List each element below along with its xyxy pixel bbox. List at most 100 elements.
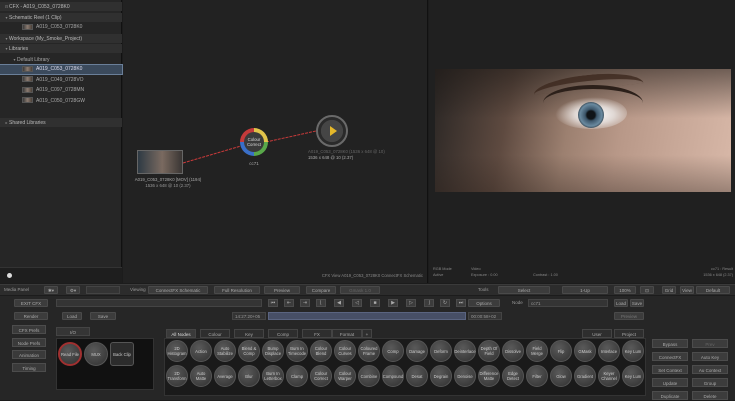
node-button[interactable]: Auto Matte [190,365,212,387]
side-button[interactable]: Animation [12,350,46,359]
node-button[interactable]: Key Lum [622,365,644,387]
timeline-bar[interactable] [268,312,466,320]
tab-node-bin[interactable]: All Nodes [166,329,196,338]
node-button[interactable]: Deform [430,340,452,362]
tree-row[interactable]: ▾ Libraries [0,44,122,53]
action-button[interactable]: Au Context [692,365,728,374]
next-key-icon[interactable]: ⇥ [300,299,310,307]
resolution-select[interactable]: Full Resolution [214,286,260,294]
tree-row[interactable]: A019_C053_0728K0 [0,64,123,75]
tab-node-bin[interactable]: Project [614,329,644,338]
node-button[interactable]: Desat [406,365,428,387]
node-button[interactable]: Burn In Letterbox [262,365,284,387]
exit-cfx-button[interactable]: EXIT CFX [14,299,48,307]
timecode-in-field[interactable]: 14:27:20+05 [232,312,266,320]
node-button[interactable]: Depth Of Field [478,340,500,362]
action-button[interactable]: Duplicate [652,391,688,400]
io-node[interactable]: MUX [84,342,108,366]
zoom-select[interactable]: 100% [614,286,636,294]
media-panel-label[interactable]: Media Panel [4,286,29,294]
jump-end-icon[interactable]: ⏭ [456,299,466,307]
timecode-out-field[interactable]: 00:00:58+02 [468,312,502,320]
node-button[interactable]: 2D Histogram [166,340,188,362]
tree-row[interactable]: A019_C049_0728VO [0,76,122,85]
node-button[interactable]: Glow [550,365,572,387]
tab-node-bin[interactable]: Comp [268,329,298,338]
io-node[interactable]: Back Clip [110,342,134,366]
node-button[interactable]: 2D Transform [166,365,188,387]
tree-row[interactable]: ⊟CFX - A019_C053_0728K0 [0,2,122,11]
node-button[interactable]: Filter [526,365,548,387]
node-button[interactable]: Colour Correct [310,365,332,387]
node-button[interactable]: Damage [406,340,428,362]
media-field[interactable] [86,286,120,294]
tab-io[interactable]: I/O [56,327,90,336]
action-button[interactable]: Auto Key [692,352,728,361]
tab-node-bin[interactable]: Key [234,329,264,338]
clip-node[interactable] [137,150,183,174]
node-button[interactable]: Deinterlace [454,340,476,362]
node-button[interactable]: Bump Displace [262,340,284,362]
clip-name-field[interactable] [56,299,262,307]
node-button[interactable]: Blend & Comp [238,340,260,362]
node-button[interactable]: Edge Detect [502,365,524,387]
node-button[interactable]: Average [214,365,236,387]
node-button[interactable]: Burn In Timecode [286,340,308,362]
node-button[interactable]: Comp [382,340,404,362]
node-button[interactable]: Keyer Channel [598,365,620,387]
out-mark-icon[interactable]: ⌋ [424,299,434,307]
layout-select[interactable]: 1-Up [562,286,608,294]
zoom-fit-button[interactable]: ⊡ [640,286,654,294]
action-button[interactable]: Set Context [652,365,688,374]
tab-node-bin[interactable]: Colour [200,329,230,338]
tree-row[interactable]: ▾ Workspace (My_Smoke_Project) [0,33,122,43]
grid-button[interactable]: Grid [662,286,676,294]
node-button[interactable]: Dissolve [502,340,524,362]
tab-node-bin[interactable]: Format [332,329,362,338]
view-button[interactable]: View [680,286,694,294]
node-button[interactable]: Colour Curves [334,340,356,362]
node-button[interactable]: GMask [574,340,596,362]
compare-mode-select[interactable]: Gmask 1.0 [340,286,380,294]
action-button[interactable]: Delete [692,391,728,400]
stop-icon[interactable]: ■ [370,299,380,307]
node-button[interactable]: Compound [382,365,404,387]
colour-correct-node[interactable]: Colour Correct [240,128,268,156]
rewind-icon[interactable]: ◀ [334,299,344,307]
settings-icon[interactable]: ⚙▾ [66,286,80,294]
tree-row[interactable]: ▸ Shared Libraries [0,117,122,127]
step-forward-icon[interactable]: ▷ [406,299,416,307]
node-button[interactable]: Auto Stabilize [214,340,236,362]
tree-row[interactable]: A019_C050_0728GW [0,97,122,106]
node-button[interactable]: Blur [238,365,260,387]
action-button[interactable]: Update [652,378,688,387]
tab-add[interactable]: + [362,329,372,338]
node-button[interactable]: Flip [550,340,572,362]
in-mark-icon[interactable]: ⌊ [316,299,326,307]
action-button[interactable]: ConnectFX [652,352,688,361]
view-mode-select[interactable]: ConnectFX Schematic [148,286,208,294]
render-button[interactable]: Render [14,312,48,320]
gear-icon[interactable]: ✱▾ [44,286,58,294]
output-node[interactable] [316,115,348,147]
io-node[interactable]: Read File [58,342,82,366]
loop-icon[interactable]: ↻ [440,299,450,307]
action-button[interactable]: Bypass [652,339,688,348]
node-button[interactable]: Field Merge [526,340,548,362]
tab-node-bin[interactable]: User [582,329,612,338]
node-name-field[interactable]: cc71 [528,299,608,307]
side-button[interactable]: Node Prefs [12,337,46,347]
save-setup-button[interactable]: Save [630,299,644,307]
node-button[interactable]: Clamp [286,365,308,387]
node-button[interactable]: Degrain [430,365,452,387]
play-button-icon[interactable]: ▶ [388,299,398,307]
side-button[interactable]: Timing [12,362,46,372]
node-button[interactable]: Combine [358,365,380,387]
tools-select[interactable]: Select [498,286,550,294]
prev-key-icon[interactable]: ⇤ [284,299,294,307]
jump-start-icon[interactable]: ⏮ [268,299,278,307]
view-default-select[interactable]: Default [696,286,730,294]
node-button[interactable]: Key Lum [622,340,644,362]
node-button[interactable]: Action [190,340,212,362]
tree-row[interactable] [0,107,122,116]
